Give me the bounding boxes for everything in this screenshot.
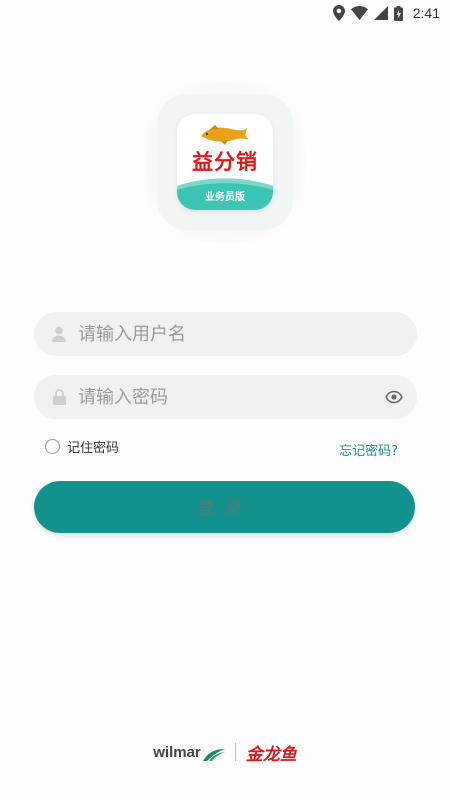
remember-password-label: 记住密码 — [67, 441, 120, 456]
status-bar: 2:41 — [0, 0, 450, 26]
edition-label: 业务员版 — [205, 192, 245, 203]
app-brand-name: 益分销 — [192, 150, 258, 174]
username-field[interactable] — [34, 312, 417, 356]
footer-brands: wilmar 金龙鱼 — [0, 740, 450, 765]
wilmar-logo: wilmar — [153, 744, 225, 761]
battery-icon — [393, 5, 403, 21]
app-logo: 益分销 业务员版 — [177, 114, 273, 210]
clock-time: 2:41 — [412, 5, 440, 21]
remember-password-radio[interactable] — [45, 439, 60, 454]
username-input[interactable] — [78, 323, 358, 345]
login-button[interactable]: 登录 — [34, 481, 415, 533]
signal-icon — [373, 6, 388, 20]
app-logo-container: 益分销 业务员版 — [145, 82, 305, 242]
golden-fish-icon — [201, 125, 249, 145]
lock-icon — [50, 388, 68, 406]
show-password-eye-icon[interactable] — [385, 388, 403, 410]
wilmar-logo-text: wilmar — [153, 743, 201, 761]
forgot-password-link[interactable]: 忘记密码? — [339, 440, 398, 459]
password-field[interactable] — [34, 375, 417, 419]
footer-divider — [234, 743, 236, 761]
remember-password[interactable]: 记住密码 — [45, 437, 119, 456]
location-icon — [332, 5, 345, 21]
wilmar-leaf-icon — [202, 748, 225, 761]
user-icon — [50, 325, 68, 343]
jinlongyu-logo: 金龙鱼 — [245, 744, 297, 765]
password-input[interactable] — [78, 386, 358, 408]
wifi-icon — [350, 6, 368, 20]
